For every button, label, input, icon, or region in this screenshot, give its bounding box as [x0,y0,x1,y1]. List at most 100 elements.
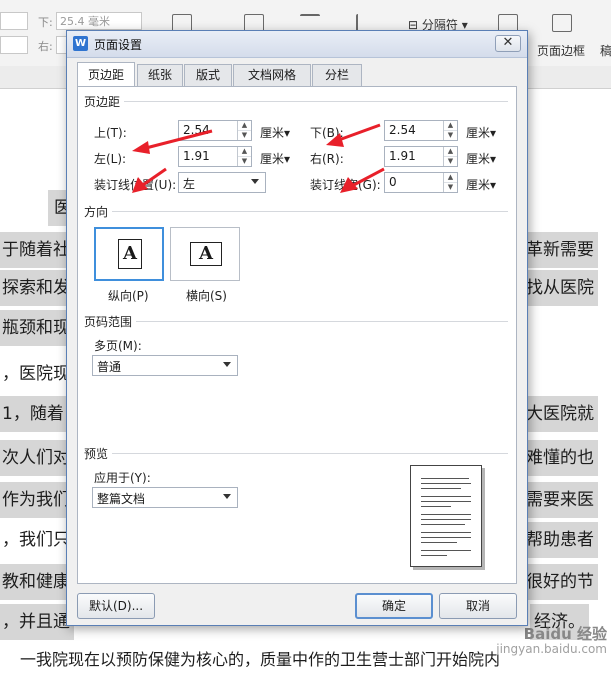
spin-up-icon[interactable]: ▲ [444,173,457,183]
watermark-url: jingyan.baidu.com [496,642,607,656]
right-margin-spinner[interactable]: 1.91 ▲ ▼ [384,146,458,167]
tab-doc-grid[interactable]: 文档网格 [233,64,311,86]
top-margin-ribbon-field[interactable] [0,12,28,30]
apply-to-select[interactable]: 整篇文档 [92,487,238,508]
bottom-margin-value: 2.54 [389,123,416,137]
watermark-brand: Baidu 经验 [523,625,607,643]
doc-line-4: 瓶颈和现 [0,310,74,346]
gutter-width-spinner[interactable]: 0 ▲ ▼ [384,172,458,193]
dialog-title: 页面设置 [94,38,143,52]
gutter-width-unit[interactable]: 厘米▾ [466,176,496,193]
orientation-group-title: 方向 [84,203,113,220]
spin-down-icon[interactable]: ▼ [444,157,457,166]
right-margin-value: 1.91 [389,149,416,163]
preview-line [421,501,471,502]
spin-up-icon[interactable]: ▲ [444,121,457,131]
gutter-width-arrows[interactable]: ▲ ▼ [443,173,457,192]
preview-line [421,542,457,543]
preview-line [421,519,471,520]
preview-line [421,488,461,489]
spin-up-icon[interactable]: ▲ [238,147,251,157]
multi-page-value: 普通 [97,360,122,374]
doc-line-8: 作为我们 [0,482,74,518]
spin-down-icon[interactable]: ▼ [444,183,457,192]
bottom-margin-spinner[interactable]: 2.54 ▲ ▼ [384,120,458,141]
ribbon-right-label: 右: [38,40,53,53]
default-button[interactable]: 默认(D)... [77,593,155,619]
margins-panel: 页边距 上(T): 2.54 ▲ ▼ 厘米▾ 下(B): 2.54 ▲ ▼ 厘米▾ … [77,86,517,584]
preview-line [421,555,447,556]
ribbon-down-value: 25.4 毫米 [60,15,110,28]
chevron-down-icon [223,494,231,499]
tab-columns[interactable]: 分栏 [312,64,362,86]
bottom-margin-unit[interactable]: 厘米▾ [466,124,496,141]
page-border-button[interactable]: 页面边框 [537,42,585,59]
preview-line [421,496,471,497]
dialog-titlebar[interactable]: W 页面设置 ✕ [67,31,527,58]
left-margin-unit[interactable]: 厘米▾ [260,150,290,167]
left-margin-ribbon-field[interactable] [0,36,28,54]
doc-line-2: 于随着社 [0,232,74,268]
left-margin-arrows[interactable]: ▲ ▼ [237,147,251,166]
ribbon-down-label: 下: [38,16,53,29]
landscape-label: 横向(S) [186,289,227,303]
multi-page-select[interactable]: 普通 [92,355,238,376]
close-button[interactable]: ✕ [495,35,521,52]
portrait-option[interactable]: A [94,227,164,281]
spin-up-icon[interactable]: ▲ [444,147,457,157]
tab-layout[interactable]: 版式 [184,64,232,86]
doc-line-3: 探索和发 [0,270,74,306]
apply-to-label: 应用于(Y): [94,471,151,485]
tab-margins[interactable]: 页边距 [77,62,135,86]
page-border-ribbon-icon[interactable] [552,14,572,32]
right-margin-unit[interactable]: 厘米▾ [466,150,496,167]
preview-group-line [110,453,508,454]
ok-button[interactable]: 确定 [355,593,433,619]
gutter-position-select[interactable]: 左 [178,172,266,193]
doc-line-10: 教和健康 [0,564,74,600]
page-range-group-line [134,321,508,322]
doc-line-9: ，我们只 [2,530,70,550]
spin-down-icon[interactable]: ▼ [238,157,251,166]
doc-line-9-right: 帮助患者 [522,522,598,558]
bottom-margin-ribbon-field[interactable]: 25.4 毫米 [56,12,142,30]
page-setup-dialog: W 页面设置 ✕ 页边距 纸张 版式 文档网格 分栏 页边距 上(T): 2.5… [66,30,528,626]
close-icon: ✕ [502,35,514,50]
doc-line-6: 1，随着 [0,396,74,432]
spin-up-icon[interactable]: ▲ [238,121,251,131]
baidu-watermark: Baidu 经验 jingyan.baidu.com [496,625,607,657]
gutter-width-value: 0 [389,175,397,189]
top-margin-unit[interactable]: 厘米▾ [260,124,290,141]
top-margin-arrows[interactable]: ▲ ▼ [237,121,251,140]
portrait-page-icon: A [118,239,142,269]
orientation-group-line [110,211,508,212]
portrait-label: 纵向(P) [108,289,149,303]
left-margin-label: 左(L): [94,152,127,166]
preview-line [421,550,471,551]
spin-down-icon[interactable]: ▼ [444,131,457,140]
apply-to-value: 整篇文档 [97,492,146,506]
doc-line-3-right: 找从医院 [522,270,598,306]
landscape-page-icon: A [190,242,222,266]
bottom-margin-arrows[interactable]: ▲ ▼ [443,121,457,140]
doc-line-2-right: 革新需要 [522,232,598,268]
multi-page-label: 多页(M): [94,339,142,353]
right-margin-arrows[interactable]: ▲ ▼ [443,147,457,166]
margins-group-title: 页边距 [84,93,125,110]
margins-group-line [122,101,508,102]
preview-line [421,506,451,507]
red-arrow-annotation [132,129,213,154]
red-arrow-annotation [132,167,167,193]
chevron-down-icon [223,362,231,367]
red-arrow-annotation [340,167,385,193]
doc-line-7-right: 难懂的也 [522,440,598,476]
landscape-option[interactable]: A [170,227,240,281]
preview-line [421,524,465,525]
spin-down-icon[interactable]: ▼ [238,131,251,140]
preview-line [421,514,471,515]
tab-paper[interactable]: 纸张 [137,64,183,86]
cancel-button[interactable]: 取消 [439,593,517,619]
chevron-down-icon [251,179,259,184]
gutter-position-value: 左 [183,177,196,191]
doc-line-8-right: 需要来医 [522,482,598,518]
